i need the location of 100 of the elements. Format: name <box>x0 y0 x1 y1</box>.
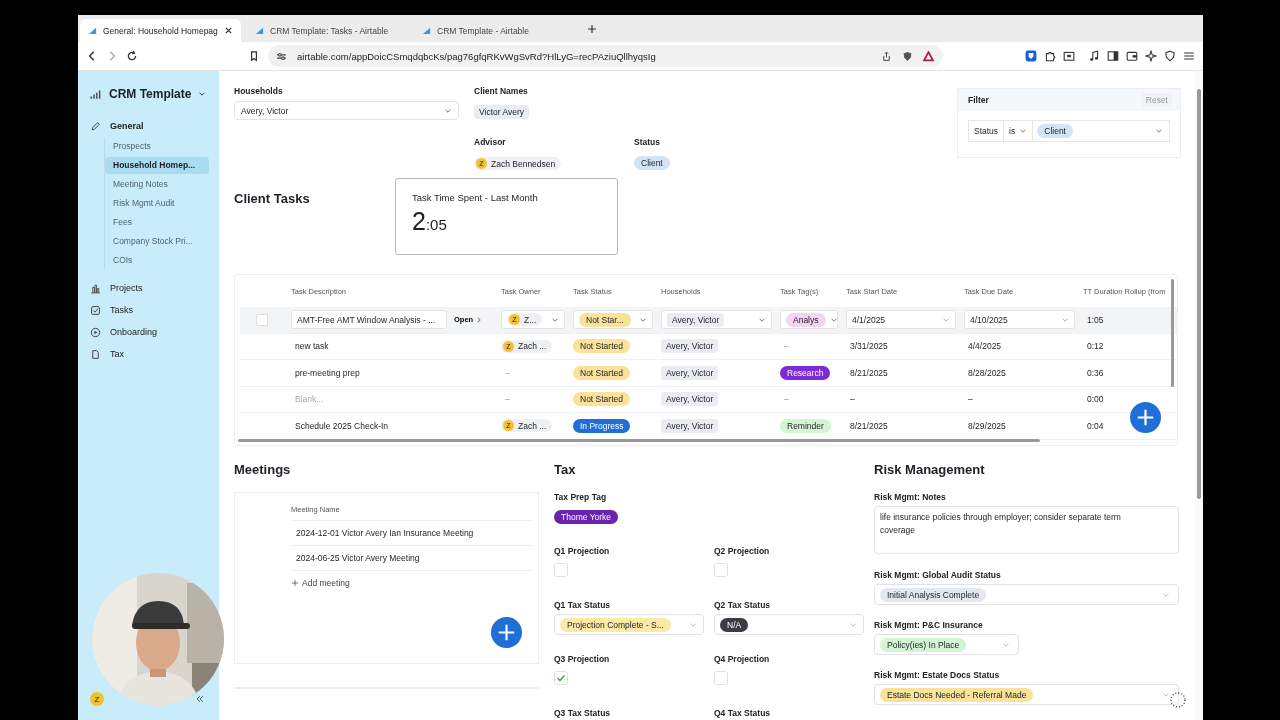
shield-icon[interactable] <box>1164 50 1176 62</box>
chart-icon <box>88 26 97 35</box>
risk-status-select[interactable]: Estate Docs Needed - Referral Made <box>874 684 1179 705</box>
add-button[interactable] <box>491 617 522 648</box>
start-date[interactable]: 4/1/2025 <box>846 310 956 330</box>
chevron-icon <box>1155 127 1163 135</box>
sidebar-section[interactable]: Projects <box>110 283 143 293</box>
sidebar-section[interactable]: Onboarding <box>110 327 158 337</box>
address-field[interactable]: airtable.com/appDoicCSmqdqbcKs/pag76gfqRKvWgSvRd?HlLyG=recPAziuQllhyqsIg <box>268 45 942 67</box>
sidebar-item[interactable]: Risk Mgmt Audit <box>105 195 209 212</box>
status-tag: Client <box>634 156 670 170</box>
task-description[interactable]: AMT-Free AMT Window Analysis - ... <box>291 310 447 330</box>
browser-tab[interactable]: CRM Template: Tasks - Airtable <box>247 19 408 42</box>
loading-icon <box>1168 690 1188 710</box>
empty-value: – <box>783 341 789 352</box>
user-avatar[interactable]: Z <box>90 692 104 706</box>
due-date[interactable]: 4/4/2025 <box>964 341 1002 352</box>
browser-tab[interactable]: CRM Template - Airtable <box>414 19 575 42</box>
sidebar-item[interactable]: Household Homep... <box>105 157 209 174</box>
reload-icon[interactable] <box>126 50 138 62</box>
filter-field[interactable]: Status <box>969 121 1005 141</box>
due-date[interactable]: 8/28/2025 <box>964 367 1006 378</box>
task-description[interactable]: pre-meeting prep <box>291 367 360 378</box>
notes-field[interactable]: life insurance policies through employer; consider separate term coverage <box>874 506 1179 554</box>
field-label: Q2 Tax Status <box>714 600 772 610</box>
sidebar-item[interactable]: Meeting Notes <box>105 176 209 193</box>
status-tag: In Progress <box>573 418 631 433</box>
task-description[interactable]: Schedule 2025 Check-In <box>291 420 389 431</box>
operator-select[interactable]: is <box>1004 121 1034 141</box>
checkbox[interactable] <box>714 671 728 685</box>
field-label: Q2 Projection <box>714 546 771 556</box>
menu-icon[interactable] <box>1183 50 1195 62</box>
household-select[interactable]: Avery, Victor <box>661 310 772 330</box>
sidebar-icon[interactable] <box>1107 50 1119 62</box>
status-tag: Client <box>1037 124 1073 138</box>
collapse-icon[interactable] <box>195 694 205 704</box>
sidebar-section[interactable]: Tax <box>110 349 124 359</box>
sidebar-item[interactable]: COIs <box>105 252 209 269</box>
wallet-icon[interactable] <box>1126 50 1138 62</box>
sidebar-item[interactable]: Prospects <box>105 138 209 155</box>
plus-icon[interactable] <box>587 23 597 34</box>
section-heading: Risk Management <box>874 462 986 478</box>
task-tag: Reminder <box>780 418 831 433</box>
box-icon[interactable] <box>1063 50 1075 62</box>
music-note-icon[interactable] <box>1088 50 1100 62</box>
plus-icon[interactable] <box>291 579 299 587</box>
puzzle-icon[interactable] <box>1044 50 1056 62</box>
caret-icon[interactable] <box>198 90 207 98</box>
bookmark-icon[interactable] <box>248 50 260 62</box>
scrollbar[interactable] <box>1197 89 1201 499</box>
triangle-icon[interactable] <box>923 50 934 62</box>
add-meeting-link[interactable]: Add meeting <box>302 578 350 588</box>
browser-tab[interactable]: General: Household Homepag <box>80 19 241 42</box>
start-date[interactable]: – <box>846 394 855 405</box>
tax-status-select[interactable]: N/A <box>714 614 864 635</box>
tax-prep-tag: Thome Yorke <box>554 510 619 524</box>
checkbox[interactable] <box>554 671 568 685</box>
sparkle-icon[interactable] <box>1145 50 1157 62</box>
sidebar-item[interactable]: Fees <box>105 214 209 231</box>
row-checkbox[interactable] <box>256 313 268 326</box>
due-date[interactable]: – <box>964 394 973 405</box>
app-title[interactable]: CRM Template <box>109 87 192 101</box>
tag-select[interactable]: Analys <box>780 310 838 330</box>
start-date[interactable]: 8/21/2025 <box>846 420 888 431</box>
filter-value-select[interactable]: Client <box>1033 124 1169 138</box>
household-chip: Avery, Victor <box>661 392 719 407</box>
empty-value: – <box>504 394 510 405</box>
risk-status-tag: Estate Docs Needed - Referral Made <box>880 687 1034 702</box>
status-select[interactable]: Not Star... <box>573 310 653 330</box>
shield-icon[interactable] <box>1025 50 1037 62</box>
sidebar-item[interactable]: Company Stock Pri... <box>105 233 209 250</box>
share-icon[interactable] <box>881 50 892 62</box>
field-label: Q4 Projection <box>714 654 771 664</box>
checkbox[interactable] <box>714 563 728 577</box>
client-name-chip[interactable]: Victor Avery <box>474 105 530 119</box>
start-date[interactable]: 8/21/2025 <box>846 367 888 378</box>
tax-status-select[interactable]: Projection Complete - S... <box>554 614 704 635</box>
scrollbar[interactable] <box>1171 279 1174 387</box>
households-select[interactable]: Avery, Victor <box>234 101 459 120</box>
task-description[interactable]: new task <box>291 341 329 352</box>
meeting-row[interactable]: 2024-12-01 Victor Avery Ian Insurance Meeting <box>291 521 533 546</box>
start-date[interactable]: 3/31/2025 <box>846 341 888 352</box>
duration: 0:36 <box>1086 367 1104 378</box>
duration: 0:00 <box>1086 394 1104 405</box>
checkbox-icon <box>90 304 101 316</box>
table-row[interactable]: pre-meeting prep – Not Started Avery, Victor Research 8/21/2025 8/28/2025 0:36 <box>240 360 1177 387</box>
settings-icon[interactable] <box>276 50 287 62</box>
risk-status-select[interactable]: Initial Analysis Complete <box>874 584 1179 605</box>
meeting-row[interactable]: 2024-06-25 Victor Avery Meeting <box>291 546 533 571</box>
add-button[interactable] <box>1130 402 1161 433</box>
shield-icon[interactable] <box>902 50 913 62</box>
due-date[interactable]: 8/29/2025 <box>964 420 1006 431</box>
tax-status-tag: Projection Complete - S... <box>560 617 671 632</box>
sidebar-section[interactable]: General <box>110 121 144 131</box>
close-icon[interactable] <box>224 26 233 35</box>
risk-status-select[interactable]: Policy(ies) In Place <box>874 634 1019 655</box>
sidebar-section[interactable]: Tasks <box>110 305 133 315</box>
due-date[interactable]: 4/10/2025 <box>964 310 1075 330</box>
checkbox[interactable] <box>554 563 568 577</box>
scrollbar[interactable] <box>238 439 1040 442</box>
